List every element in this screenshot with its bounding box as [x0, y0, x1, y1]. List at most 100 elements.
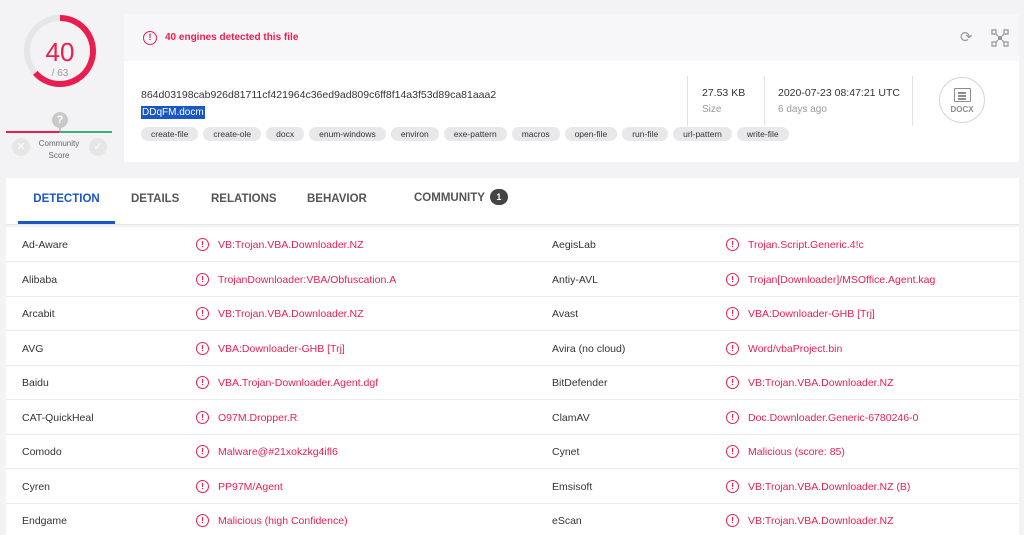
- file-tag[interactable]: create-ole: [203, 127, 262, 141]
- alert-circle-icon: !: [726, 410, 739, 424]
- detection-row: Arcabit! VB:Trojan.VBA.Downloader.NZ Avast…: [6, 296, 1019, 331]
- engine-name: Antiy-AVL: [552, 273, 598, 286]
- file-tag[interactable]: exe-pattern: [443, 127, 507, 141]
- community-score-marker: ?: [52, 112, 68, 128]
- alert-circle-icon: !: [196, 307, 209, 320]
- file-tag[interactable]: write-file: [736, 127, 789, 141]
- detection-result: PP97M/Agent: [218, 480, 283, 493]
- alert-circle-icon: !: [726, 272, 739, 286]
- file-tag[interactable]: open-file: [564, 127, 618, 141]
- file-tag[interactable]: docx: [266, 127, 305, 141]
- alert-circle-icon: !: [726, 445, 739, 458]
- file-name[interactable]: DDqFM.docm: [141, 106, 205, 119]
- file-type-label: DOCX: [950, 105, 974, 114]
- analysis-date: 2020-07-23 08:47:21 UTC: [778, 87, 900, 99]
- detection-count: 40: [45, 37, 75, 67]
- detection-result: Word/vbaProject.bin: [748, 342, 843, 355]
- tab-label: DETECTION: [33, 193, 100, 205]
- detection-result: VB:Trojan.VBA.Downloader.NZ: [748, 515, 894, 527]
- file-size-label: Size: [702, 104, 722, 115]
- tab-community[interactable]: COMMUNITY 1: [414, 178, 508, 225]
- detection-result: Doc.Downloader.Generic-6780246-0: [748, 411, 919, 424]
- alert-circle-icon: !: [143, 31, 157, 45]
- engine-name: Cyren: [22, 480, 51, 493]
- engine-name: Alibaba: [22, 273, 58, 286]
- file-tag[interactable]: create-file: [141, 127, 199, 141]
- detection-row: Cyren! PP97M/Agent Emsisoft! VB:Trojan.VBA.…: [6, 469, 1019, 504]
- vote-harmless-button[interactable]: ✓: [89, 138, 107, 156]
- alert-circle-icon: !: [196, 514, 209, 527]
- graph-view-icon[interactable]: [991, 29, 1009, 47]
- file-tag[interactable]: run-file: [622, 127, 669, 141]
- detection-result: O97M.Dropper.R: [218, 411, 298, 424]
- detection-result: VBA:Downloader-GHB [Trj]: [748, 308, 875, 320]
- engine-name: AegisLab: [552, 239, 596, 251]
- detections-table: Ad-Aware! VB:Trojan.VBA.Downloader.NZ Aegi…: [6, 227, 1019, 535]
- detection-result: VB:Trojan.VBA.Downloader.NZ: [748, 377, 894, 389]
- detection-row: Alibaba! TrojanDownloader:VBA/Obfuscation…: [6, 262, 1019, 297]
- detection-result: Trojan[Downloader]/MSOffice.Agent.kag: [748, 273, 936, 286]
- analysis-date-ago: 6 days ago: [778, 104, 827, 115]
- tab-label: DETAILS: [131, 193, 180, 205]
- file-tag[interactable]: macros: [511, 127, 560, 141]
- engine-name: Cynet: [552, 446, 580, 458]
- alert-circle-icon: !: [726, 341, 739, 355]
- detection-result: VB:Trojan.VBA.Downloader.NZ: [218, 308, 364, 320]
- tab-label: COMMUNITY: [414, 192, 485, 204]
- alert-circle-icon: !: [196, 272, 209, 286]
- reanalyze-icon[interactable]: ⟳: [960, 30, 973, 45]
- detection-result: VBA:Downloader-GHB [Trj]: [218, 342, 345, 355]
- detection-result: Malware@#21xokzkg4ifl6: [218, 446, 338, 458]
- detection-result: Trojan.Script.Generic.4!c: [748, 239, 864, 251]
- engine-name: eScan: [552, 515, 582, 527]
- tab-label: RELATIONS: [211, 193, 277, 205]
- detection-row: Ad-Aware! VB:Trojan.VBA.Downloader.NZ Aegi…: [6, 227, 1019, 262]
- score-panel: 40 / 63 ? ✕ Community Score ✓: [0, 0, 124, 168]
- tab-relations[interactable]: RELATIONS: [211, 178, 277, 225]
- detection-result: TrojanDownloader:VBA/Obfuscation.A: [218, 273, 397, 286]
- engine-name: Endgame: [22, 515, 67, 527]
- engine-name: Ad-Aware: [22, 239, 68, 251]
- detection-result: Malicious (score: 85): [748, 446, 845, 458]
- detection-row: CAT-QuickHeal! O97M.Dropper.R ClamAV! Doc.D…: [6, 400, 1019, 435]
- file-type-badge: DOCX: [939, 77, 985, 123]
- document-icon: [954, 88, 971, 102]
- engine-name: Baidu: [22, 377, 49, 389]
- community-score-label: Community Score: [34, 138, 84, 162]
- detection-result: VB:Trojan.VBA.Downloader.NZ (B): [748, 480, 911, 493]
- tab-label: BEHAVIOR: [307, 193, 367, 205]
- alert-circle-icon: !: [196, 479, 209, 493]
- detection-alert-bar: ! 40 engines detected this file ⟳: [124, 14, 1019, 61]
- info-divider: [912, 76, 913, 126]
- community-score-bar: [6, 131, 112, 133]
- engine-name: ClamAV: [552, 411, 590, 424]
- detection-result: Malicious (high Confidence): [218, 515, 348, 527]
- alert-circle-icon: !: [196, 376, 209, 389]
- detection-row: Endgame! Malicious (high Confidence) eScan…: [6, 503, 1019, 535]
- engine-name: Emsisoft: [552, 480, 593, 493]
- file-tag[interactable]: url-pattern: [673, 127, 732, 141]
- file-tag[interactable]: enum-windows: [309, 127, 386, 141]
- file-tag[interactable]: environ: [390, 127, 439, 141]
- alert-circle-icon: !: [196, 238, 209, 251]
- vote-malicious-button[interactable]: ✕: [12, 138, 30, 156]
- alert-circle-icon: !: [726, 376, 739, 389]
- engine-name: CAT-QuickHeal: [22, 411, 94, 424]
- alert-circle-icon: !: [196, 445, 209, 458]
- tab-details[interactable]: DETAILS: [131, 178, 179, 225]
- file-size-value: 27.53 KB: [702, 87, 746, 99]
- alert-circle-icon: !: [726, 479, 739, 493]
- detection-row: Comodo! Malware@#21xokzkg4ifl6 Cynet! Malic…: [6, 434, 1019, 469]
- file-tags: create-file create-ole docx enum-windows env…: [141, 127, 789, 141]
- alert-circle-icon: !: [726, 514, 739, 527]
- engine-name: Comodo: [22, 446, 62, 458]
- engine-total: / 63: [51, 68, 69, 79]
- info-divider: [687, 76, 688, 126]
- detection-row: AVG! VBA:Downloader-GHB [Trj] Avira (no cl…: [6, 331, 1019, 366]
- tab-behavior[interactable]: BEHAVIOR: [307, 178, 367, 225]
- alert-circle-icon: !: [196, 341, 209, 355]
- info-divider: [764, 76, 765, 126]
- file-hash[interactable]: 864d03198cab926d81711cf421964c36ed9ad809…: [141, 89, 496, 101]
- detection-row: Baidu! VBA.Trojan-Downloader.Agent.dgf Bit…: [6, 365, 1019, 400]
- tab-detection[interactable]: DETECTION: [18, 178, 115, 225]
